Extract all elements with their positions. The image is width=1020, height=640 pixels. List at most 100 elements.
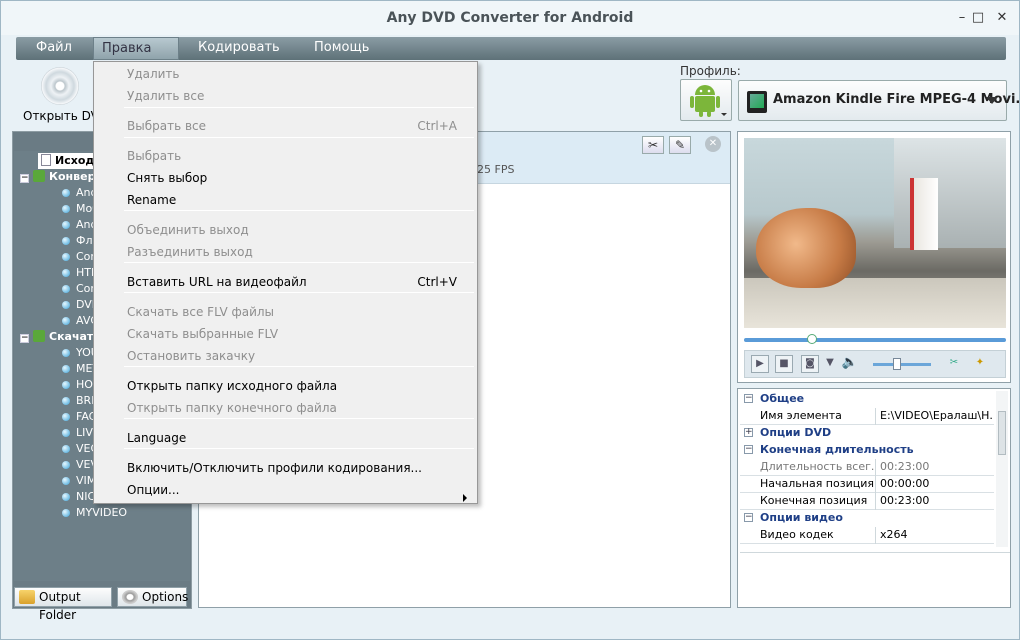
seek-bar[interactable] xyxy=(744,338,1006,342)
bullet-icon xyxy=(62,461,70,469)
remove-item-icon[interactable]: ✕ xyxy=(705,136,721,152)
video-preview-panel: ▶ ■ ◙ ▼ 🔈 ✂ ✦ xyxy=(737,131,1011,383)
magic-wand-icon[interactable]: ✎ xyxy=(669,136,691,154)
tree-label: MYVIDEO xyxy=(76,506,128,519)
edit-dropdown-menu: Удалить Удалить все Выбрать все Ctrl+A Выбра… xyxy=(93,61,478,504)
options-button[interactable]: Options xyxy=(117,587,189,607)
tree-item[interactable]: MYVIDEO xyxy=(62,505,127,521)
android-profile-button[interactable] xyxy=(680,79,732,121)
property-description xyxy=(740,552,1010,606)
prop-value: x264 xyxy=(880,528,908,541)
document-icon xyxy=(41,154,51,166)
maximize-button[interactable]: □ xyxy=(969,10,987,26)
menu-separator xyxy=(124,137,474,138)
bullet-icon xyxy=(62,413,70,421)
output-folder-button[interactable]: Output Folder xyxy=(14,587,112,622)
play-icon[interactable]: ▶ xyxy=(751,355,769,373)
collapse-icon[interactable]: − xyxy=(744,394,753,403)
profile-select[interactable]: Amazon Kindle Fire MPEG-4 Movi... xyxy=(738,80,1020,121)
section-general-label: Общее xyxy=(760,392,805,405)
menu-item: Удалить xyxy=(127,67,180,81)
volume-slider[interactable] xyxy=(873,363,931,366)
video-frame xyxy=(744,138,1006,328)
dvd-disc-icon xyxy=(41,67,79,105)
section-dvd-options[interactable]: + Опции DVD xyxy=(740,425,994,442)
menu-item: Объединить выход xyxy=(127,223,249,237)
menu-item[interactable]: Вставить URL на видеофайл xyxy=(127,271,307,293)
bullet-icon xyxy=(62,429,70,437)
menu-item[interactable]: Снять выбор xyxy=(127,167,207,189)
properties-panel: − Общее Имя элемента E:\VIDEO\Ералаш\Н... … xyxy=(737,388,1011,608)
prop-key: Длительность всег... xyxy=(760,459,876,476)
menu-help[interactable]: Помощь xyxy=(306,37,377,60)
prop-row[interactable]: Конечная позиция 00:23:00 xyxy=(740,493,994,510)
collapse-icon[interactable]: − xyxy=(744,513,753,522)
menu-separator xyxy=(124,107,474,108)
output-folder-label: Output Folder xyxy=(39,590,81,622)
collapse-icon[interactable]: − xyxy=(20,174,29,183)
section-video-label: Опции видео xyxy=(760,511,843,524)
video-table xyxy=(744,278,1006,328)
menu-shortcut: Ctrl+V xyxy=(417,275,457,289)
menu-item: Остановить закачку xyxy=(127,349,256,363)
open-dvd-button[interactable]: Открыть DVD xyxy=(21,67,108,125)
tree-item[interactable]: FAC xyxy=(62,409,96,425)
tree-item[interactable]: NIC xyxy=(62,489,95,505)
menu-separator xyxy=(124,418,474,419)
bullet-icon xyxy=(62,365,70,373)
section-duration-label: Конечная длительность xyxy=(760,443,914,456)
app-window: Any DVD Converter for Android – □ ✕ Файл… xyxy=(0,0,1020,640)
section-final-duration[interactable]: − Конечная длительность xyxy=(740,442,994,459)
menu-bar: Файл Правка Кодировать Помощь xyxy=(16,37,1006,60)
menu-item[interactable]: Включить/Отключить профили кодирования..… xyxy=(127,457,422,479)
section-general[interactable]: − Общее xyxy=(740,391,994,408)
prop-row[interactable]: Длительность всег... 00:23:00 xyxy=(740,459,994,476)
volume-handle[interactable] xyxy=(893,358,902,370)
bullet-icon xyxy=(62,317,70,325)
menu-item: Выбрать xyxy=(127,149,182,163)
menu-item: Выбрать все xyxy=(127,119,207,133)
menu-separator xyxy=(124,448,474,449)
menu-file[interactable]: Файл xyxy=(28,37,80,60)
prop-value: 00:23:00 xyxy=(880,460,930,473)
magic-wand-icon[interactable]: ✦ xyxy=(971,355,989,373)
prop-key: Имя элемента xyxy=(760,408,876,425)
options-label: Options xyxy=(142,590,189,604)
title-bar: Any DVD Converter for Android – □ ✕ xyxy=(1,1,1019,35)
tree-item[interactable]: VIM xyxy=(62,473,96,489)
camera-icon[interactable]: ◙ xyxy=(801,355,819,373)
scissors-icon[interactable]: ✂ xyxy=(945,355,963,373)
menu-shortcut: Ctrl+A xyxy=(417,119,457,133)
volume-icon[interactable]: 🔈 xyxy=(841,355,859,373)
menu-item[interactable]: Опции... xyxy=(127,479,180,501)
menu-edit[interactable]: Правка xyxy=(93,37,179,60)
collapse-icon[interactable]: − xyxy=(744,445,753,454)
menu-item: Удалить все xyxy=(127,89,205,103)
bullet-icon xyxy=(62,509,70,517)
stop-icon[interactable]: ■ xyxy=(775,355,793,373)
properties-scrollbar[interactable] xyxy=(996,391,1008,547)
close-button[interactable]: ✕ xyxy=(993,10,1011,26)
menu-item[interactable]: Language xyxy=(127,427,186,449)
prop-key: Видео кодек xyxy=(760,527,876,544)
folder-icon xyxy=(33,170,45,182)
menu-encode[interactable]: Кодировать xyxy=(190,37,288,60)
section-video-options[interactable]: − Опции видео xyxy=(740,510,994,527)
video-kitten xyxy=(756,208,856,288)
scissors-icon[interactable]: ✂ xyxy=(642,136,664,154)
prop-row[interactable]: Начальная позиция 00:00:00 xyxy=(740,476,994,493)
menu-separator xyxy=(124,262,474,263)
submenu-arrow-icon xyxy=(463,494,467,502)
seek-handle[interactable] xyxy=(807,334,818,344)
chevron-down-icon[interactable]: ▼ xyxy=(821,355,839,373)
prop-row[interactable]: Видео кодек x264 xyxy=(740,527,994,544)
menu-item[interactable]: Открыть папку исходного файла xyxy=(127,375,337,397)
menu-separator xyxy=(124,292,474,293)
scroll-thumb[interactable] xyxy=(998,411,1006,455)
section-dvd-label: Опции DVD xyxy=(760,426,832,439)
menu-item[interactable]: Rename xyxy=(127,189,176,211)
prop-row[interactable]: Имя элемента E:\VIDEO\Ералаш\Н... xyxy=(740,408,994,425)
expand-icon[interactable]: + xyxy=(744,428,753,437)
collapse-icon[interactable]: − xyxy=(20,334,29,343)
bullet-icon xyxy=(62,477,70,485)
